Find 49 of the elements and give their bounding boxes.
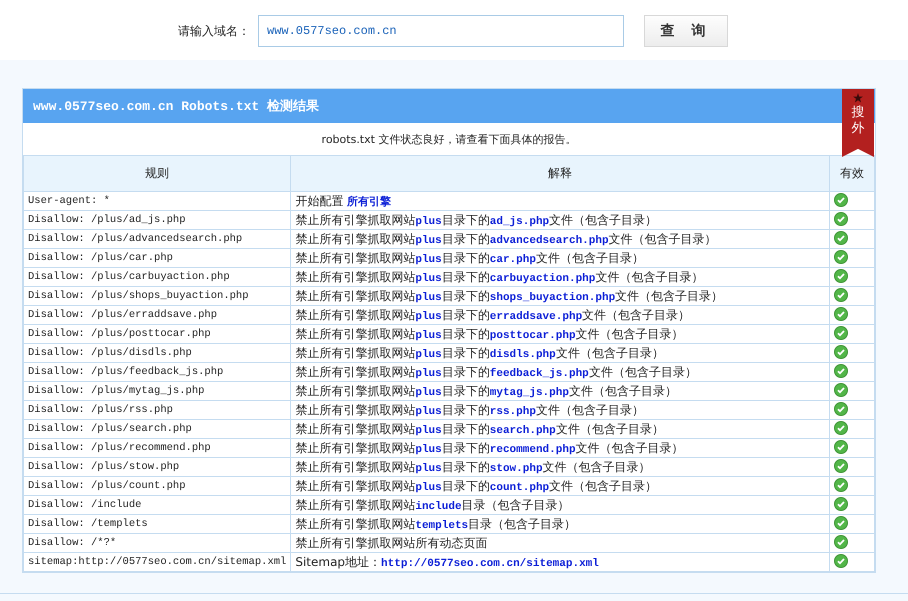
rule-cell: Disallow: /templets [24, 514, 291, 534]
summary-text: robots.txt 文件状态良好，请查看下面具体的报告。 [322, 132, 576, 146]
explanation-cell: 禁止所有引擎抓取网站plus目录下的ad_js.php文件（包含子目录） [290, 210, 830, 230]
query-button[interactable]: 查 询 [644, 15, 728, 47]
explanation-cell: 禁止所有引擎抓取网站plus目录下的mytag_js.php文件（包含子目录） [290, 382, 830, 400]
rule-cell: Disallow: /plus/count.php [24, 476, 291, 496]
explanation-cell: 禁止所有引擎抓取网站plus目录下的carbuyaction.php文件（包含子目录） [290, 268, 830, 286]
rule-cell: User-agent: * [24, 192, 291, 210]
rule-cell: Disallow: /plus/erraddsave.php [24, 306, 291, 324]
rule-cell: Disallow: /include [24, 496, 291, 514]
column-header: 有效 [830, 156, 874, 192]
explanation-cell: 禁止所有引擎抓取网站plus目录下的rss.php文件（包含子目录） [290, 400, 830, 420]
explanation-cell: 禁止所有引擎抓取网站plus目录下的recommend.php文件（包含子目录） [290, 438, 830, 458]
explanation-cell: 禁止所有引擎抓取网站plus目录下的search.php文件（包含子目录） [290, 420, 830, 438]
rule-cell: Disallow: /plus/disdls.php [24, 344, 291, 362]
explanation-cell: 禁止所有引擎抓取网站plus目录下的stow.php文件（包含子目录） [290, 458, 830, 476]
rule-cell: Disallow: /plus/advancedsearch.php [24, 230, 291, 248]
rule-cell: Disallow: /plus/rss.php [24, 400, 291, 420]
rule-cell: Disallow: /plus/posttocar.php [24, 324, 291, 344]
rule-cell: Disallow: /*?* [24, 534, 291, 552]
star-icon [853, 93, 863, 103]
explanation-cell: 禁止所有引擎抓取网站include目录（包含子目录） [290, 496, 830, 514]
rule-cell: sitemap:http://0577seo.com.cn/sitemap.xml [24, 552, 291, 572]
column-header: 规则 [24, 156, 291, 192]
domain-input[interactable]: www.0577seo.com.cn [258, 15, 624, 47]
rule-cell: Disallow: /plus/carbuyaction.php [24, 268, 291, 286]
explanation-cell: 禁止所有引擎抓取网站templets目录（包含子目录） [290, 514, 830, 534]
explanation-cell: 禁止所有引擎抓取网站plus目录下的disdls.php文件（包含子目录） [290, 344, 830, 362]
explanation-cell: 禁止所有引擎抓取网站所有动态页面 [290, 534, 830, 552]
domain-label: 请输入域名： [178, 22, 250, 40]
explanation-cell: 禁止所有引擎抓取网站plus目录下的shops_buyaction.php文件（包含子目录） [290, 286, 830, 306]
rule-cell: Disallow: /plus/mytag_js.php [24, 382, 291, 400]
explanation-cell: 禁止所有引擎抓取网站plus目录下的feedback_js.php文件（包含子目录） [290, 362, 830, 382]
explanation-cell: 禁止所有引擎抓取网站plus目录下的erraddsave.php文件（包含子目录） [290, 306, 830, 324]
rule-cell: Disallow: /plus/car.php [24, 248, 291, 268]
explanation-cell: 禁止所有引擎抓取网站plus目录下的posttocar.php文件（包含子目录） [290, 324, 830, 344]
explanation-cell: 开始配置 所有引擎 [290, 192, 830, 210]
ribbon-badge[interactable]: 搜外 [842, 89, 874, 157]
explanation-cell: 禁止所有引擎抓取网站plus目录下的car.php文件（包含子目录） [290, 248, 830, 268]
rule-cell: Disallow: /plus/ad_js.php [24, 210, 291, 230]
rule-cell: Disallow: /plus/recommend.php [24, 438, 291, 458]
column-header: 解释 [290, 156, 830, 192]
rule-cell: Disallow: /plus/stow.php [24, 458, 291, 476]
explanation-cell: Sitemap地址：http://0577seo.com.cn/sitemap.xml [290, 552, 830, 572]
explanation-cell: 禁止所有引擎抓取网站plus目录下的advancedsearch.php文件（包含子目录） [290, 230, 830, 248]
explanation-cell: 禁止所有引擎抓取网站plus目录下的count.php文件（包含子目录） [290, 476, 830, 496]
rule-cell: Disallow: /plus/shops_buyaction.php [24, 286, 291, 306]
rule-cell: Disallow: /plus/feedback_js.php [24, 362, 291, 382]
rule-cell: Disallow: /plus/search.php [24, 420, 291, 438]
